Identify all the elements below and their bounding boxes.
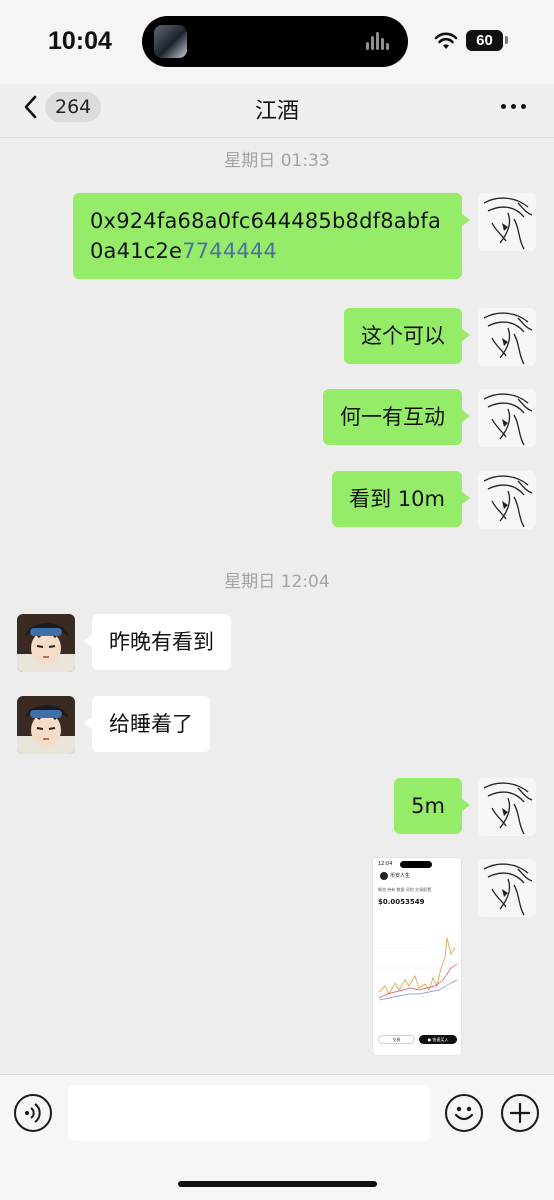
unread-count-badge[interactable]: 264 (45, 92, 102, 122)
voice-icon[interactable] (14, 1094, 52, 1132)
audio-wave-icon (366, 32, 392, 52)
my-avatar[interactable] (478, 389, 536, 447)
battery-icon: 60 (466, 30, 503, 51)
my-avatar[interactable] (478, 308, 536, 366)
more-dots-icon[interactable] (501, 104, 527, 110)
shared-screenshot-image[interactable]: 12:04 币安人生 概览 持有 数据 风险 交易配置 $0.0053549 交… (372, 857, 462, 1056)
plus-icon[interactable] (501, 1094, 539, 1132)
chat-header: 264 江酒 (0, 84, 554, 138)
message-bubble-address[interactable]: 0x924fa68a0fc644485b8df8abfa0a41c2e77444… (73, 193, 470, 279)
my-avatar[interactable] (478, 471, 536, 529)
battery-cap (505, 36, 508, 44)
message-bubble[interactable]: 给睡着了 (84, 696, 210, 752)
screenshot-time: 12:04 (378, 861, 393, 867)
contact-avatar[interactable] (17, 614, 75, 672)
message-bubble[interactable]: 5m (394, 778, 470, 834)
back-chevron-icon[interactable] (20, 92, 42, 122)
message-bubble[interactable]: 看到 10m (332, 471, 470, 527)
screenshot-token-title: 币安人生 (390, 873, 411, 879)
home-indicator[interactable] (178, 1181, 377, 1187)
message-bubble[interactable]: 这个可以 (344, 308, 470, 364)
status-bar: 10:04 60 (0, 0, 554, 84)
my-avatar[interactable] (478, 778, 536, 836)
message-input[interactable] (68, 1085, 430, 1141)
screenshot-tabs: 概览 持有 数据 风险 交易配置 (378, 887, 432, 892)
timestamp-1: 星期日 01:33 (224, 151, 330, 171)
wifi-icon (434, 32, 458, 49)
screenshot-trade-button: 交易 (378, 1035, 415, 1044)
message-bubble[interactable]: 昨晚有看到 (84, 614, 231, 670)
message-bubble[interactable]: 何一有互动 (323, 389, 470, 445)
timestamp-2: 星期日 12:04 (224, 572, 330, 592)
dynamic-island[interactable] (142, 16, 408, 67)
now-playing-thumbnail-icon (154, 25, 187, 58)
screenshot-price: $0.0053549 (378, 898, 425, 906)
chat-title: 江酒 (254, 99, 299, 124)
my-avatar[interactable] (478, 859, 536, 917)
screenshot-island (400, 861, 432, 868)
address-text-part1: 0x924fa68a0fc644485b8df8abf (90, 209, 428, 233)
token-logo-icon (380, 872, 388, 880)
contact-avatar[interactable] (17, 696, 75, 754)
address-link-digits[interactable]: 7744444 (182, 239, 277, 263)
emoji-icon[interactable] (445, 1094, 483, 1132)
status-time: 10:04 (48, 27, 112, 55)
my-avatar[interactable] (478, 193, 536, 251)
screenshot-price-chart (377, 928, 459, 1008)
screenshot-quickbuy-button: ● 快速买入 (419, 1035, 457, 1044)
